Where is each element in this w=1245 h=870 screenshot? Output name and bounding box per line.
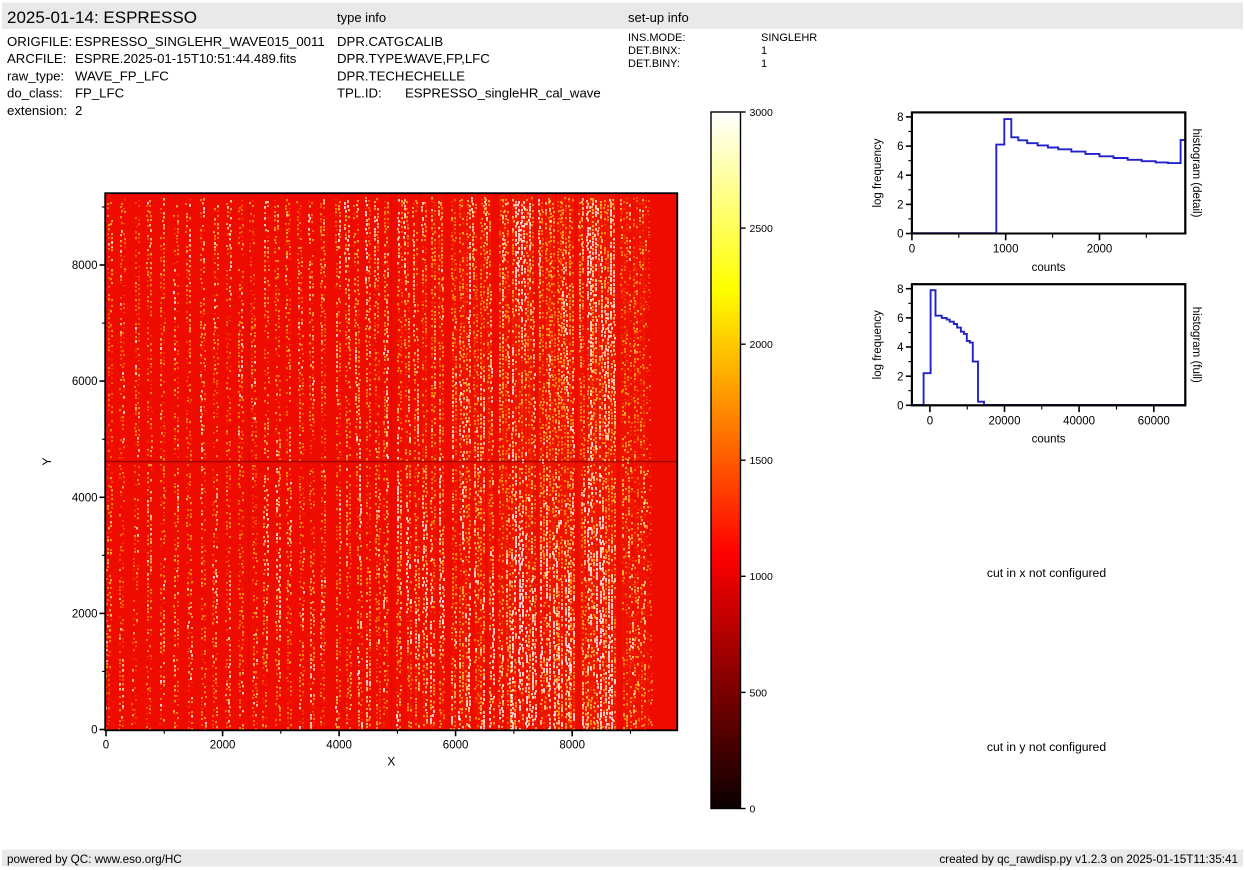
svg-text:0: 0 <box>927 415 933 427</box>
svg-text:cut in y not configured: cut in y not configured <box>987 740 1106 754</box>
svg-text:6000: 6000 <box>72 376 98 388</box>
svg-text:DPR.TYPE:: DPR.TYPE: <box>337 51 407 66</box>
svg-text:TPL.ID:: TPL.ID: <box>337 86 382 101</box>
svg-text:CALIB: CALIB <box>405 34 443 49</box>
svg-text:raw_type:: raw_type: <box>7 68 64 83</box>
svg-text:ECHELLE: ECHELLE <box>405 68 465 83</box>
svg-text:INS.MODE:: INS.MODE: <box>628 32 685 44</box>
svg-text:2000: 2000 <box>210 740 236 752</box>
svg-text:WAVE,FP,LFC: WAVE,FP,LFC <box>405 51 490 66</box>
svg-text:ESPRESSO_SINGLEHR_WAVE015_0011: ESPRESSO_SINGLEHR_WAVE015_0011 <box>75 34 325 49</box>
svg-text:500: 500 <box>750 687 768 699</box>
svg-text:1: 1 <box>761 45 767 57</box>
svg-text:DPR.CATG:: DPR.CATG: <box>337 34 408 49</box>
svg-text:FP_LFC: FP_LFC <box>75 86 125 101</box>
svg-text:2000: 2000 <box>72 609 98 621</box>
svg-text:extension:: extension: <box>7 103 67 118</box>
svg-text:60000: 60000 <box>1138 415 1170 427</box>
svg-text:cut in x not configured: cut in x not configured <box>987 566 1106 580</box>
svg-text:2000: 2000 <box>750 339 774 351</box>
svg-text:6: 6 <box>897 313 903 325</box>
svg-text:log frequency: log frequency <box>872 138 884 207</box>
svg-text:4000: 4000 <box>72 492 98 504</box>
svg-text:6: 6 <box>897 141 903 153</box>
svg-text:type info: type info <box>337 10 386 25</box>
svg-text:histogram (full): histogram (full) <box>1190 307 1202 383</box>
svg-text:2: 2 <box>897 371 903 383</box>
svg-text:1500: 1500 <box>750 455 774 467</box>
svg-text:powered by QC: www.eso.org/HC: powered by QC: www.eso.org/HC <box>7 853 182 866</box>
svg-text:2500: 2500 <box>750 223 774 235</box>
svg-text:do_class:: do_class: <box>7 86 63 101</box>
svg-text:1000: 1000 <box>750 571 774 583</box>
svg-text:8000: 8000 <box>559 740 585 752</box>
svg-text:4: 4 <box>897 170 904 182</box>
svg-text:8000: 8000 <box>72 260 98 272</box>
svg-text:SINGLEHR: SINGLEHR <box>761 32 817 44</box>
svg-text:counts: counts <box>1032 262 1066 274</box>
svg-text:0: 0 <box>897 400 903 412</box>
svg-text:Y: Y <box>40 457 54 465</box>
svg-text:2025-01-14: ESPRESSO: 2025-01-14: ESPRESSO <box>7 8 197 27</box>
svg-text:0: 0 <box>91 725 97 737</box>
svg-text:ESPRESSO_singleHR_cal_wave: ESPRESSO_singleHR_cal_wave <box>405 86 601 101</box>
svg-text:0: 0 <box>909 244 915 256</box>
svg-text:log frequency: log frequency <box>872 310 884 379</box>
svg-text:8: 8 <box>897 284 903 296</box>
svg-text:counts: counts <box>1032 434 1066 446</box>
svg-text:3000: 3000 <box>750 107 774 119</box>
svg-text:2000: 2000 <box>1087 244 1113 256</box>
svg-text:histogram (detail): histogram (detail) <box>1190 129 1202 218</box>
svg-text:DET.BINY:: DET.BINY: <box>628 58 680 70</box>
svg-text:2: 2 <box>897 200 903 212</box>
svg-text:4000: 4000 <box>326 740 352 752</box>
svg-text:0: 0 <box>103 740 109 752</box>
svg-text:1: 1 <box>761 58 767 70</box>
svg-text:ESPRE.2025-01-15T10:51:44.489.: ESPRE.2025-01-15T10:51:44.489.fits <box>75 51 297 66</box>
svg-text:DET.BINX:: DET.BINX: <box>628 45 681 57</box>
svg-text:2: 2 <box>75 103 82 118</box>
svg-text:created by qc_rawdisp.py v1.2.: created by qc_rawdisp.py v1.2.3 on 2025-… <box>939 853 1238 866</box>
svg-text:20000: 20000 <box>989 415 1021 427</box>
svg-text:DPR.TECH:: DPR.TECH: <box>337 68 408 83</box>
svg-text:40000: 40000 <box>1063 415 1095 427</box>
svg-text:0: 0 <box>897 229 903 241</box>
svg-text:X: X <box>387 755 395 769</box>
svg-text:8: 8 <box>897 112 903 124</box>
svg-text:set-up info: set-up info <box>628 10 689 25</box>
svg-text:6000: 6000 <box>443 740 469 752</box>
svg-text:ARCFILE:: ARCFILE: <box>7 51 66 66</box>
svg-text:ORIGFILE:: ORIGFILE: <box>7 34 72 49</box>
svg-text:1000: 1000 <box>993 244 1019 256</box>
svg-text:4: 4 <box>897 342 904 354</box>
svg-text:0: 0 <box>750 803 756 815</box>
svg-text:WAVE_FP_LFC: WAVE_FP_LFC <box>75 68 169 83</box>
